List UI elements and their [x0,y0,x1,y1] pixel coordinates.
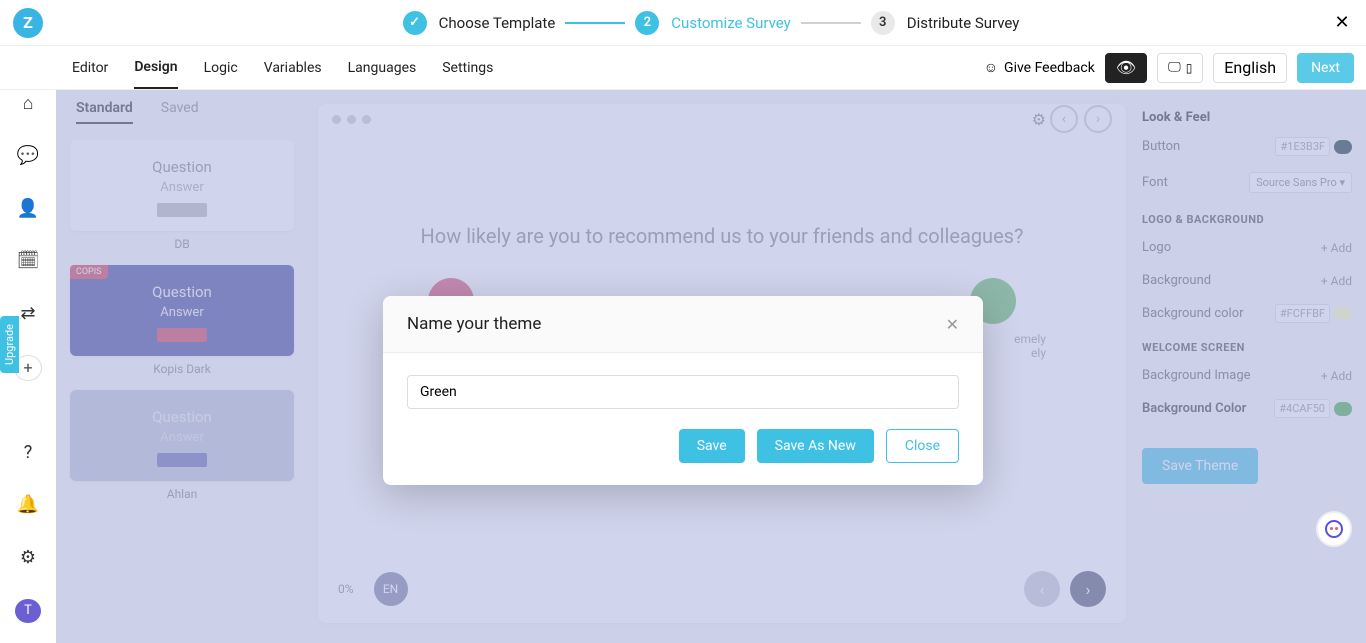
help-chat-button[interactable] [1316,511,1352,547]
chat-icon: ☺ [984,59,998,76]
chat-bot-icon [1325,520,1343,538]
wizard-steps: ✓ Choose Template 2 Customize Survey 3 D… [56,11,1366,35]
close-icon: ✕ [946,315,959,334]
desktop-icon: 🖵 [1168,60,1181,75]
modal-title: Name your theme [407,314,541,334]
tab-logic[interactable]: Logic [204,48,238,88]
tab-variables[interactable]: Variables [264,48,322,88]
mobile-icon: ▯ [1186,61,1193,75]
step-number: 2 [635,11,659,35]
feedback-label: Give Feedback [1004,60,1095,76]
user-avatar[interactable]: T [15,599,41,623]
language-selector[interactable]: English [1213,53,1287,83]
next-button[interactable]: Next [1297,53,1354,83]
nav-settings[interactable]: ⚙ [16,546,40,569]
nav-help[interactable]: ? [16,441,40,464]
theme-name-input[interactable] [407,375,959,409]
step-connector [565,22,625,24]
tab-editor[interactable]: Editor [72,48,108,88]
step-distribute-survey[interactable]: 3 Distribute Survey [871,11,1020,35]
nav-tasks[interactable]: 🗓 [16,250,40,273]
upgrade-button[interactable]: Upgrade [0,316,19,373]
tab-settings[interactable]: Settings [442,48,493,88]
modal-save-as-new-button[interactable]: Save As New [757,429,874,463]
give-feedback-link[interactable]: ☺ Give Feedback [984,59,1095,76]
step-connector [801,22,861,24]
step-choose-template[interactable]: ✓ Choose Template [403,11,556,35]
step-customize-survey[interactable]: 2 Customize Survey [635,11,790,35]
close-icon: ✕ [1334,12,1349,33]
modal-save-button[interactable]: Save [679,429,745,463]
nav-contacts[interactable]: 👤 [16,197,40,220]
nav-workflows[interactable]: ⇄ [16,302,40,325]
step-label: Distribute Survey [907,14,1020,32]
preview-button[interactable]: 👁 [1105,53,1147,83]
modal-close-action-button[interactable]: Close [886,429,959,463]
eye-icon: 👁 [1116,58,1136,77]
check-icon: ✓ [403,11,427,35]
step-label: Customize Survey [671,14,790,32]
tab-design[interactable]: Design [134,47,177,89]
close-wizard-button[interactable]: ✕ [1330,11,1354,35]
tab-languages[interactable]: Languages [348,48,417,88]
nav-notifications[interactable]: 🔔 [16,494,40,517]
device-toggle[interactable]: 🖵 ▯ [1157,53,1203,83]
nav-conversations[interactable]: 💬 [16,145,40,168]
language-label: English [1224,58,1276,77]
step-label: Choose Template [439,14,556,32]
nav-home[interactable]: ⌂ [16,92,40,115]
app-logo[interactable]: Z [0,0,56,46]
step-number: 3 [871,11,895,35]
modal-close-button[interactable]: ✕ [946,315,959,334]
name-theme-modal: Name your theme ✕ Save Save As New Close [383,296,983,485]
logo-mark: Z [13,8,43,38]
